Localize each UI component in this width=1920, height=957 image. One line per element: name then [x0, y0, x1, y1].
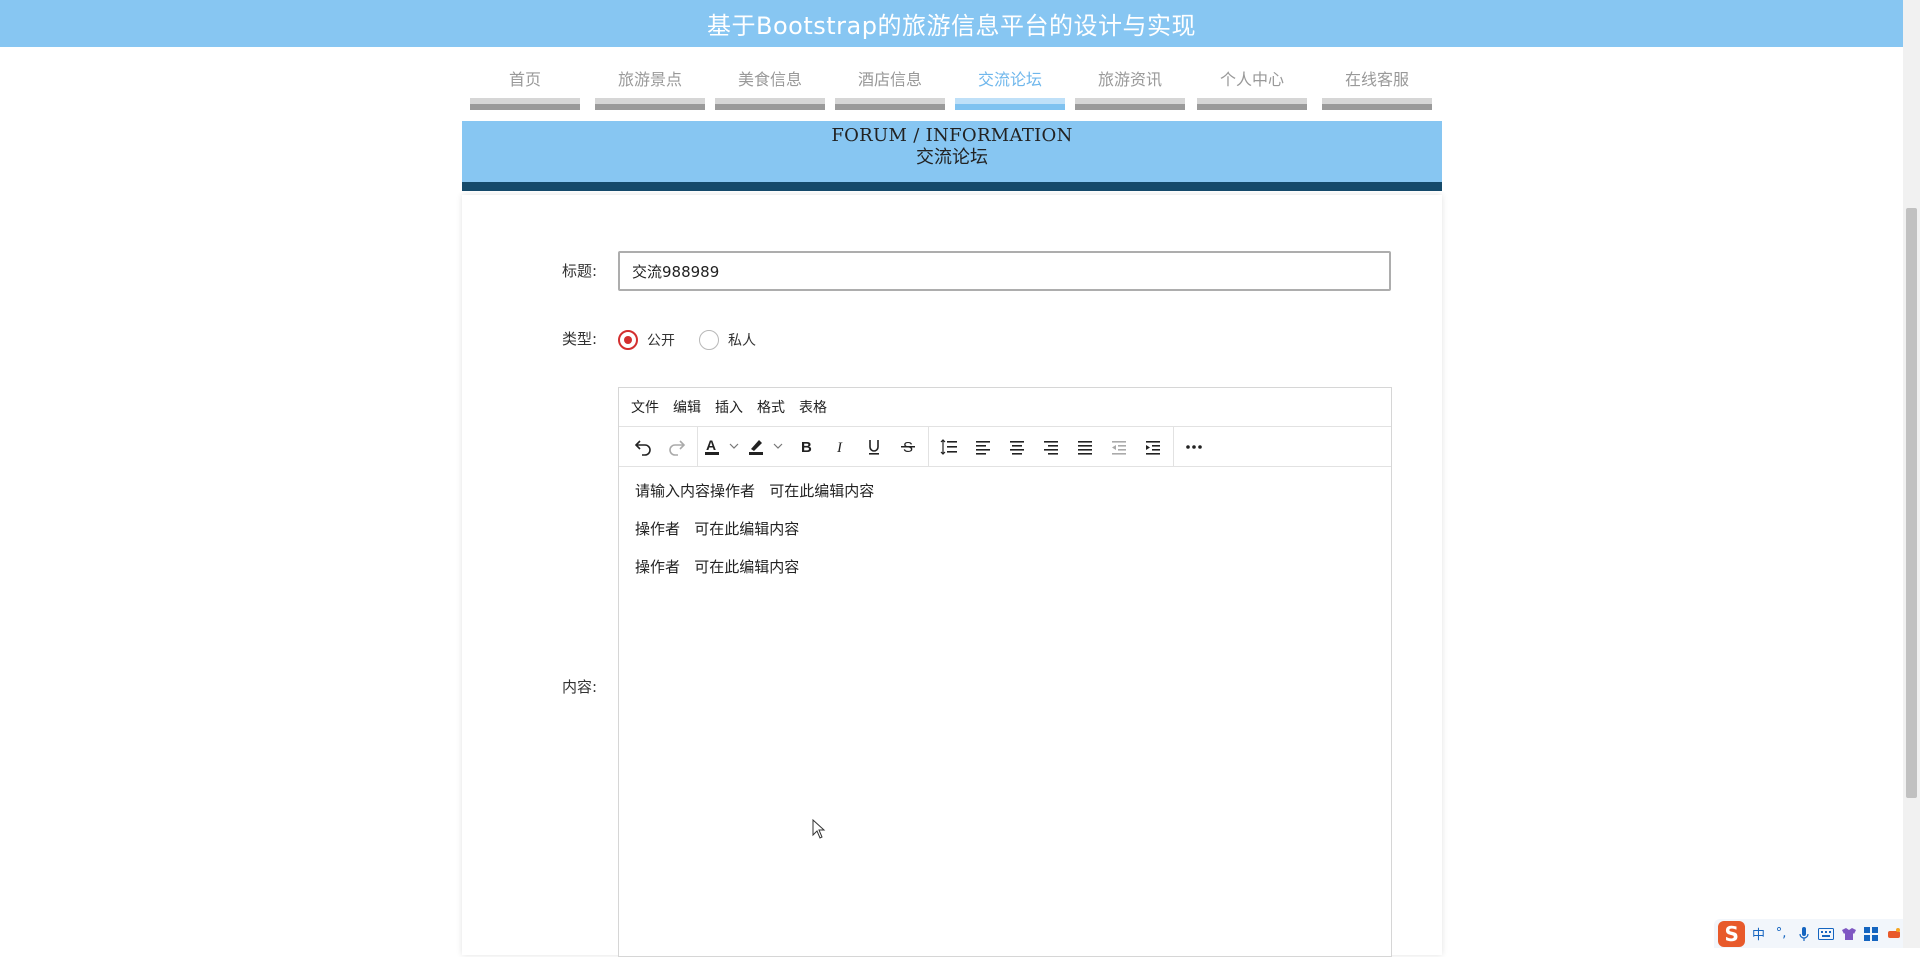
- nav-item-support[interactable]: 在线客服: [1322, 66, 1432, 110]
- mouse-cursor-icon: [812, 818, 826, 843]
- svg-text:I: I: [836, 440, 843, 456]
- svg-text:B: B: [801, 439, 812, 456]
- nav-item-label: 美食信息: [737, 70, 802, 89]
- top-header: 基于Bootstrap的旅游信息平台的设计与实现: [0, 0, 1903, 47]
- radio-circle[interactable]: [699, 330, 719, 350]
- editor-menubar: 文件 编辑 插入 格式 表格: [619, 388, 1391, 427]
- text-color-icon[interactable]: A: [701, 432, 745, 462]
- sogou-logo-icon[interactable]: S: [1718, 920, 1746, 947]
- editor-content[interactable]: 请输入内容操作者 可在此编辑内容 操作者 可在此编辑内容 操作者 可在此编辑内容: [619, 467, 1391, 609]
- banner-title-cn: 交流论坛: [916, 147, 988, 168]
- nav-item-forum[interactable]: 交流论坛: [955, 66, 1065, 110]
- type-radio-group: 公开 私人: [618, 330, 780, 350]
- align-left-icon[interactable]: [966, 432, 1000, 462]
- scrollbar-thumb[interactable]: [1906, 208, 1917, 798]
- content-line: 操作者 可在此编辑内容: [635, 558, 800, 576]
- punctuation-icon[interactable]: °,: [1772, 924, 1791, 944]
- menu-insert[interactable]: 插入: [708, 393, 750, 421]
- content-line: 请输入内容操作者 可在此编辑内容: [635, 482, 875, 500]
- nav-item-label: 酒店信息: [857, 70, 922, 89]
- menu-format[interactable]: 格式: [750, 393, 792, 421]
- title-label: 标题:: [561, 262, 597, 280]
- ime-toolbar: S 中 °,: [1714, 919, 1903, 948]
- site-title: 基于Bootstrap的旅游信息平台的设计与实现: [707, 12, 1196, 40]
- menu-table[interactable]: 表格: [792, 393, 834, 421]
- outdent-icon[interactable]: [1102, 432, 1136, 462]
- nav-item-attractions[interactable]: 旅游景点: [595, 66, 705, 110]
- banner-title-en: FORUM / INFORMATION: [831, 125, 1073, 146]
- redo-icon[interactable]: [660, 432, 694, 462]
- nav-item-label: 在线客服: [1344, 70, 1409, 89]
- nav-item-label: 个人中心: [1219, 70, 1284, 89]
- ime-extra-icon[interactable]: [1884, 924, 1903, 944]
- keyboard-icon[interactable]: [1817, 924, 1836, 944]
- nav-item-food[interactable]: 美食信息: [715, 66, 825, 110]
- title-input[interactable]: [618, 251, 1391, 291]
- menu-file[interactable]: 文件: [624, 393, 666, 421]
- highlight-color-icon[interactable]: [745, 432, 789, 462]
- align-right-icon[interactable]: [1034, 432, 1068, 462]
- radio-circle[interactable]: [618, 330, 638, 350]
- justify-icon[interactable]: [1068, 432, 1102, 462]
- italic-icon[interactable]: I: [823, 432, 857, 462]
- more-icon[interactable]: [1177, 432, 1211, 462]
- nav-item-home[interactable]: 首页: [470, 66, 580, 110]
- align-center-icon[interactable]: [1000, 432, 1034, 462]
- ime-mode-icon[interactable]: 中: [1749, 924, 1768, 944]
- page-scrollbar[interactable]: [1903, 0, 1920, 948]
- nav-item-hotels[interactable]: 酒店信息: [835, 66, 945, 110]
- underline-icon[interactable]: [857, 432, 891, 462]
- radio-public[interactable]: 公开: [618, 330, 675, 350]
- nav-item-label: 首页: [508, 70, 541, 89]
- nav-item-label: 旅游资讯: [1097, 70, 1162, 89]
- editor-toolbar: A B I S: [619, 426, 1391, 467]
- nav-item-label: 交流论坛: [977, 70, 1042, 89]
- type-label: 类型:: [561, 330, 597, 348]
- rich-text-editor: 文件 编辑 插入 格式 表格 A B I 请输入内容操作者 可在此编辑内容 操作…: [618, 387, 1392, 957]
- nav-item-news[interactable]: 旅游资讯: [1075, 66, 1185, 110]
- content-label: 内容:: [561, 678, 597, 696]
- strikethrough-icon[interactable]: S: [891, 432, 925, 462]
- line-height-icon[interactable]: [932, 432, 966, 462]
- nav-item-label: 旅游景点: [617, 70, 682, 89]
- microphone-icon[interactable]: [1794, 924, 1813, 944]
- svg-text:A: A: [706, 437, 716, 453]
- undo-icon[interactable]: [626, 432, 660, 462]
- nav-item-profile[interactable]: 个人中心: [1197, 66, 1307, 110]
- radio-label: 公开: [647, 333, 675, 349]
- toolbox-icon[interactable]: [1862, 924, 1881, 944]
- content-line: 操作者 可在此编辑内容: [635, 520, 800, 538]
- indent-icon[interactable]: [1136, 432, 1170, 462]
- main-nav: 首页 旅游景点 美食信息 酒店信息 交流论坛 旅游资讯 个人中心 在线客服: [470, 66, 1432, 110]
- section-banner: FORUM / INFORMATION 交流论坛: [462, 121, 1442, 191]
- bold-icon[interactable]: B: [789, 432, 823, 462]
- skin-icon[interactable]: [1839, 924, 1858, 944]
- radio-label: 私人: [728, 333, 756, 349]
- menu-edit[interactable]: 编辑: [666, 393, 708, 421]
- radio-private[interactable]: 私人: [699, 330, 756, 350]
